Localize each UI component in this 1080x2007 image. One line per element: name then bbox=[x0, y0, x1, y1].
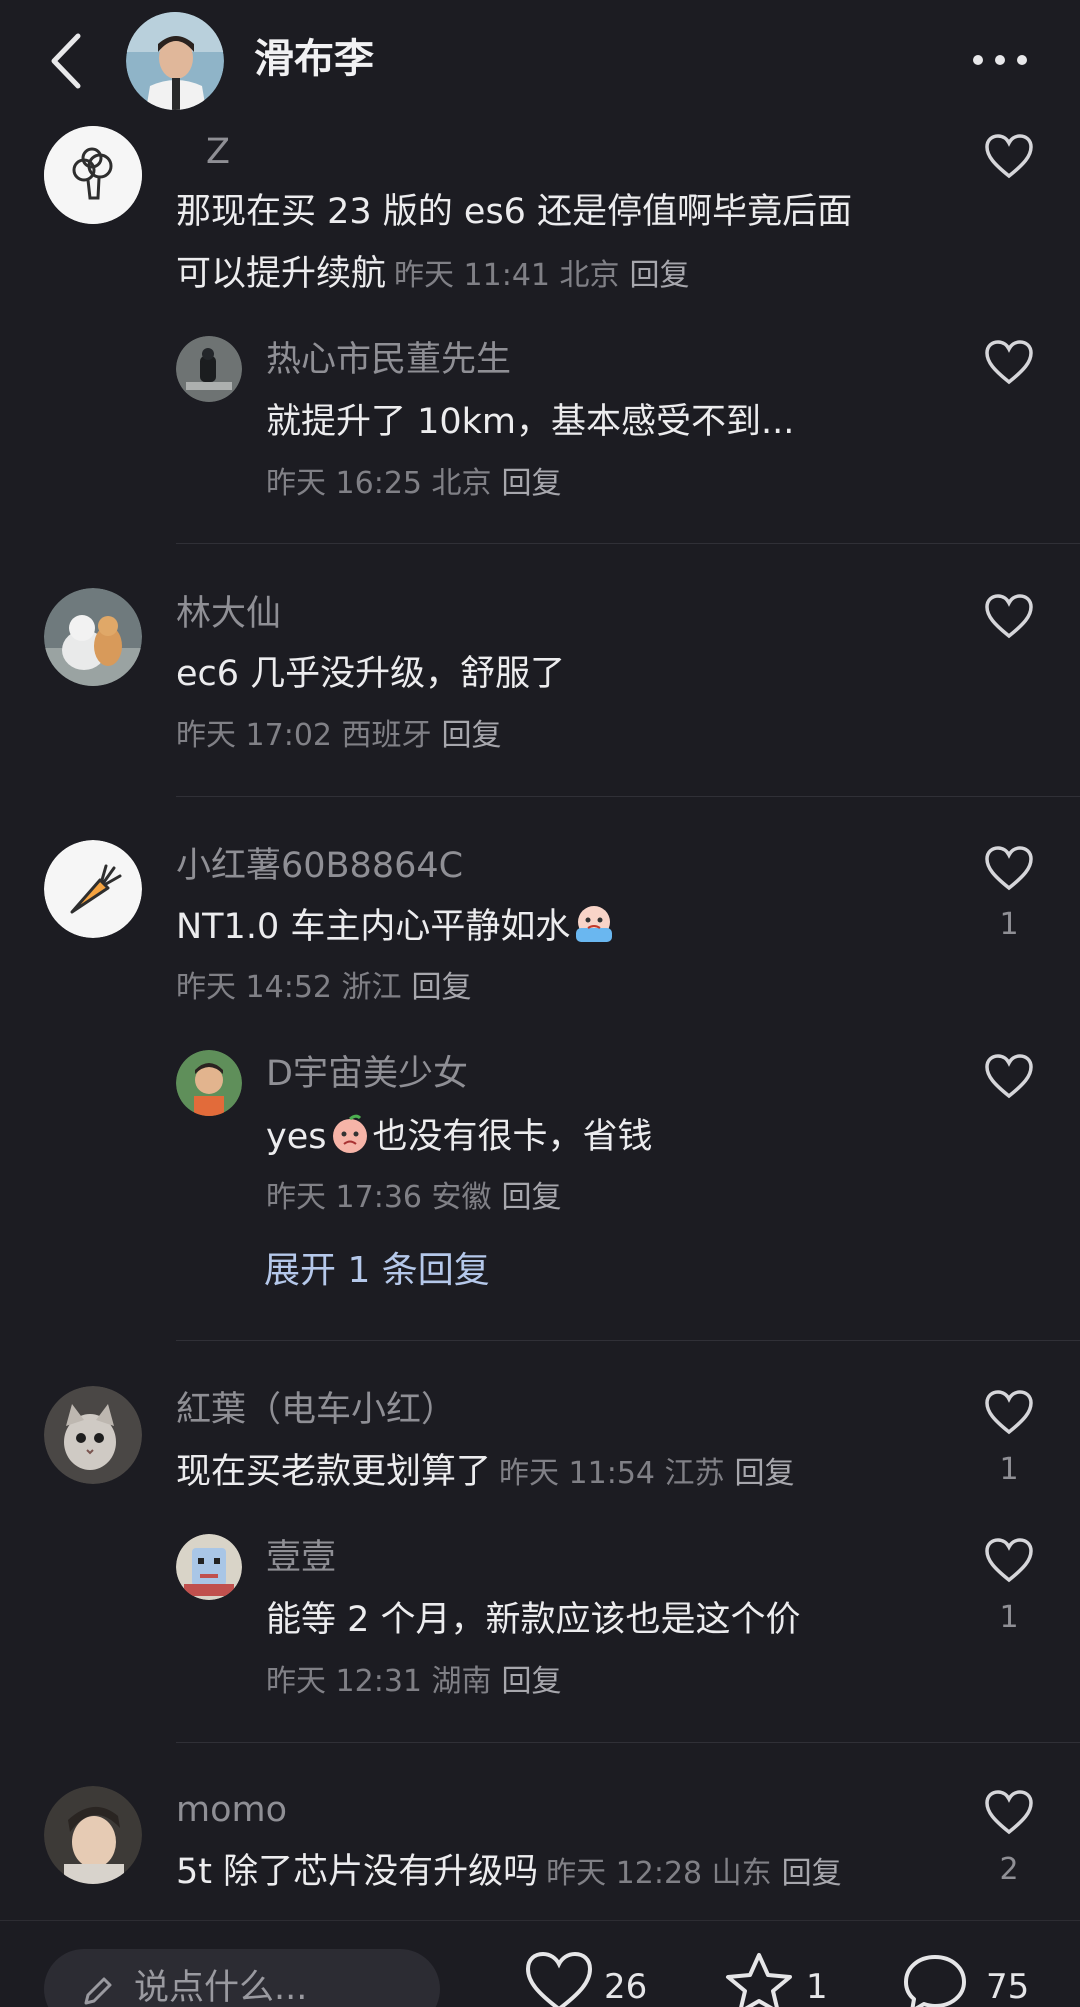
comment-text: 现在买老款更划算了 昨天 11:54 江苏 回复 bbox=[176, 1448, 795, 1498]
carrot-icon bbox=[44, 840, 142, 938]
comment-time: 昨天 12:31 湖南 bbox=[266, 1664, 492, 1699]
comment-meta: 昨天 11:54 江苏 回复 bbox=[499, 1456, 795, 1491]
reply-button[interactable]: 回复 bbox=[412, 970, 472, 1005]
reply-button[interactable]: 回复 bbox=[502, 1180, 562, 1215]
comment-time: 昨天 11:41 北京 bbox=[394, 258, 620, 293]
comment-time: 昨天 17:02 西班牙 bbox=[176, 718, 432, 753]
comment-meta: 昨天 14:52 浙江 回复 bbox=[176, 966, 472, 1010]
author-name[interactable]: 滑布李 bbox=[254, 30, 374, 88]
top-nav-bar: 滑布李 bbox=[0, 0, 1080, 122]
like-total: 26 bbox=[604, 1967, 648, 2007]
crying-emoji-icon bbox=[576, 906, 613, 942]
comment-input-placeholder: 说点什么... bbox=[134, 1968, 308, 2007]
comment-text: ec6 几乎没升级，舒服了 bbox=[176, 654, 566, 694]
divider bbox=[176, 796, 1080, 797]
comment-text: yes 也没有很卡，省钱 bbox=[266, 1112, 653, 1161]
heart-icon[interactable] bbox=[984, 1390, 1034, 1436]
comment-text-tail: 可以提升续航 bbox=[176, 254, 387, 294]
comment-meta: 昨天 11:41 北京 回复 bbox=[394, 258, 690, 293]
heart-icon[interactable] bbox=[524, 1951, 594, 2007]
chevron-left-icon[interactable] bbox=[42, 30, 92, 92]
like-count: 2 bbox=[999, 1852, 1019, 1887]
avatar[interactable] bbox=[176, 1534, 242, 1600]
comment-text-body: 现在买老款更划算了 bbox=[176, 1452, 492, 1492]
comment-text: NT1.0 车主内心平静如水 bbox=[176, 902, 616, 951]
like-count: 1 bbox=[999, 907, 1019, 942]
comment-time: 昨天 12:28 山东 bbox=[546, 1856, 772, 1891]
reply-button[interactable]: 回复 bbox=[502, 1664, 562, 1699]
comment-author[interactable]: 小红薯60B8864C bbox=[176, 842, 463, 890]
comment-text: 5t 除了芯片没有升级吗 昨天 12:28 山东 回复 bbox=[176, 1848, 842, 1898]
heart-icon[interactable] bbox=[984, 1054, 1034, 1100]
avatar[interactable] bbox=[44, 588, 142, 686]
divider bbox=[176, 1340, 1080, 1341]
comment-text: 那现在买 23 版的 es6 还是停值啊毕竟后面 bbox=[176, 192, 853, 232]
author-avatar[interactable] bbox=[126, 12, 224, 110]
comment-time: 昨天 16:25 北京 bbox=[266, 466, 492, 501]
comment-author[interactable]: 林大仙 bbox=[176, 590, 281, 638]
like-count: 1 bbox=[999, 1600, 1019, 1635]
heart-icon[interactable] bbox=[984, 846, 1034, 892]
avatar[interactable] bbox=[176, 1050, 242, 1116]
comment-input[interactable]: 说点什么... bbox=[44, 1949, 440, 2007]
comment-author[interactable]: momo bbox=[176, 1786, 287, 1834]
divider bbox=[176, 543, 1080, 544]
bottom-action-bar: 说点什么... 26 1 75 bbox=[0, 1920, 1080, 2007]
broccoli-icon bbox=[44, 126, 142, 224]
more-dots-icon[interactable] bbox=[970, 44, 1030, 76]
comment-meta: 昨天 17:02 西班牙 回复 bbox=[176, 714, 502, 758]
comment-author[interactable]: Z bbox=[206, 128, 230, 176]
comment-time: 昨天 17:36 安徽 bbox=[266, 1180, 492, 1215]
expand-replies-link[interactable]: 展开 1 条回复 bbox=[264, 1246, 490, 1296]
comment-text-post: 也没有很卡，省钱 bbox=[372, 1117, 653, 1157]
comment-author[interactable]: D宇宙美少女 bbox=[266, 1050, 468, 1098]
reply-button[interactable]: 回复 bbox=[782, 1856, 842, 1891]
heart-icon[interactable] bbox=[984, 134, 1034, 180]
reply-button[interactable]: 回复 bbox=[630, 258, 690, 293]
like-count: 1 bbox=[999, 1452, 1019, 1487]
sad-peach-emoji-icon bbox=[333, 1114, 368, 1153]
comment-text-body: 5t 除了芯片没有升级吗 bbox=[176, 1852, 539, 1892]
pencil-icon bbox=[84, 1977, 112, 2005]
avatar[interactable] bbox=[44, 840, 142, 938]
star-icon[interactable] bbox=[724, 1951, 794, 2007]
divider bbox=[176, 1742, 1080, 1743]
comment-text: 就提升了 10km，基本感受不到... bbox=[266, 402, 795, 442]
comment-page: Z 那现在买 23 版的 es6 还是停值啊毕竟后面 可以提升续航 昨天 11:4… bbox=[0, 0, 1080, 2007]
comment-author[interactable]: 热心市民董先生 bbox=[266, 336, 511, 384]
comment-text-pre: yes bbox=[266, 1117, 327, 1157]
reply-button[interactable]: 回复 bbox=[502, 466, 562, 501]
comment-meta: 昨天 12:31 湖南 回复 bbox=[266, 1660, 562, 1704]
comment-bubble-icon[interactable] bbox=[900, 1951, 970, 2007]
avatar[interactable] bbox=[176, 336, 242, 402]
comment-meta: 昨天 17:36 安徽 回复 bbox=[266, 1176, 562, 1220]
reply-button[interactable]: 回复 bbox=[735, 1456, 795, 1491]
comment-meta: 昨天 12:28 山东 回复 bbox=[546, 1856, 842, 1891]
reply-button[interactable]: 回复 bbox=[442, 718, 502, 753]
comment-text-line2: 可以提升续航 昨天 11:41 北京 回复 bbox=[176, 250, 690, 300]
heart-icon[interactable] bbox=[984, 594, 1034, 640]
comment-meta: 昨天 16:25 北京 回复 bbox=[266, 462, 562, 506]
comment-author[interactable]: 紅葉（电车小红） bbox=[176, 1386, 456, 1434]
heart-icon[interactable] bbox=[984, 1538, 1034, 1584]
comment-time: 昨天 11:54 江苏 bbox=[499, 1456, 725, 1491]
avatar[interactable] bbox=[44, 126, 142, 224]
comment-time: 昨天 14:52 浙江 bbox=[176, 970, 402, 1005]
heart-icon[interactable] bbox=[984, 1790, 1034, 1836]
avatar[interactable] bbox=[44, 1786, 142, 1884]
heart-icon[interactable] bbox=[984, 340, 1034, 386]
comment-author[interactable]: 壹壹 bbox=[266, 1534, 336, 1582]
comment-text: 能等 2 个月，新款应该也是这个价 bbox=[266, 1600, 801, 1640]
comment-text-body: NT1.0 车主内心平静如水 bbox=[176, 907, 571, 947]
comment-total: 75 bbox=[986, 1967, 1030, 2007]
favorite-total: 1 bbox=[806, 1967, 828, 2007]
avatar[interactable] bbox=[44, 1386, 142, 1484]
